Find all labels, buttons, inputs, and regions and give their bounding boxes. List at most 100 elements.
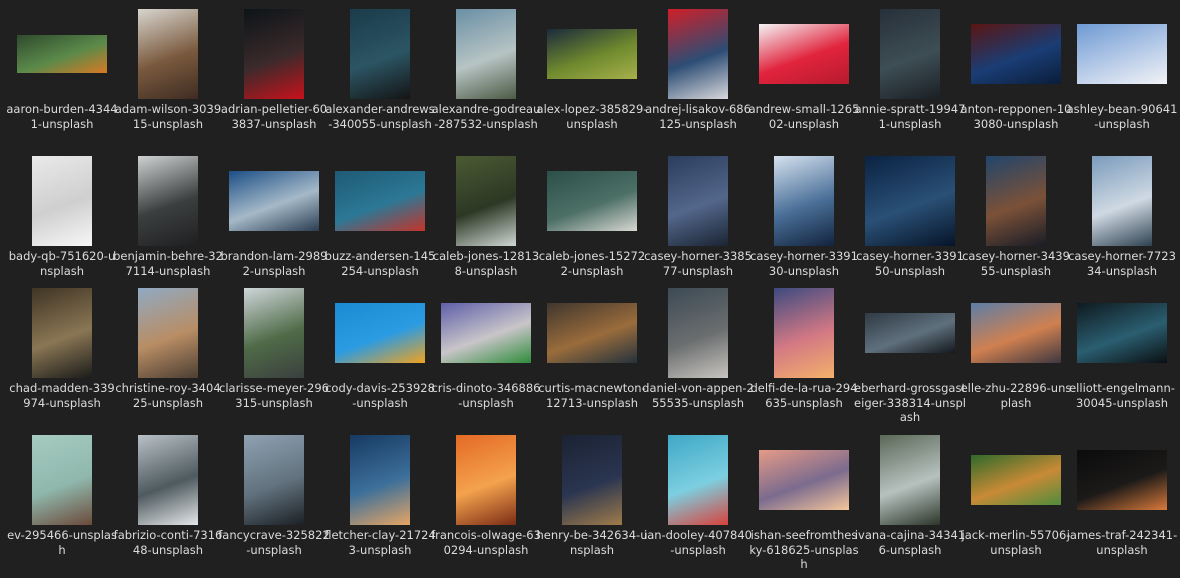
image-thumbnail[interactable] [456,9,516,99]
image-thumbnail[interactable] [441,303,531,363]
thumbnail-frame [328,6,432,102]
thumbnail-frame [116,153,220,249]
file-tile[interactable]: caleb-jones-152722-unsplash [539,153,645,293]
file-tile[interactable]: alex-lopez-385829-unsplash [537,6,647,146]
file-tile[interactable]: alexander-andrews-340055-unsplash [325,6,435,146]
file-tile[interactable]: cris-dinoto-346886-unsplash [431,285,541,425]
file-tile[interactable]: anton-repponen-103080-unsplash [961,6,1071,146]
file-tile[interactable]: francois-olwage-630294-unsplash [431,432,541,572]
image-thumbnail[interactable] [880,9,940,99]
file-tile[interactable]: eberhard-grossgasteiger-338314-unsplash [854,285,966,425]
image-thumbnail[interactable] [971,24,1061,84]
file-tile[interactable]: casey-horner-343955-unsplash [962,153,1070,293]
file-name-label: ishan-seefromthesky-618625-unsplash [749,528,859,571]
image-thumbnail[interactable] [759,450,849,510]
image-thumbnail[interactable] [1077,450,1167,510]
image-thumbnail[interactable] [562,435,622,525]
file-tile[interactable]: elle-zhu-22896-unsplash [961,285,1071,425]
file-tile[interactable]: brandon-lam-29892-unsplash [221,153,328,293]
image-thumbnail[interactable] [244,435,304,525]
image-thumbnail[interactable] [774,288,834,378]
file-tile[interactable]: clarisse-meyer-296315-unsplash [219,285,329,425]
image-thumbnail[interactable] [971,455,1061,505]
image-thumbnail[interactable] [1092,156,1152,246]
file-name-label: clarisse-meyer-296315-unsplash [219,381,329,410]
image-thumbnail[interactable] [971,303,1061,363]
file-tile[interactable]: daniel-von-appen-255535-unsplash [642,285,754,425]
thumbnail-frame [434,432,538,528]
file-tile[interactable]: adam-wilson-303915-unsplash [115,6,221,146]
image-thumbnail[interactable] [865,156,955,246]
image-thumbnail[interactable] [1077,303,1167,363]
image-thumbnail[interactable] [32,288,92,378]
file-tile[interactable]: ian-dooley-407840-unsplash [644,432,752,572]
file-tile[interactable]: jack-merlin-55706-unsplash [962,432,1070,572]
image-thumbnail[interactable] [668,435,728,525]
image-thumbnail[interactable] [138,156,198,246]
image-thumbnail[interactable] [335,171,425,231]
image-thumbnail[interactable] [668,288,728,378]
image-thumbnail[interactable] [350,9,410,99]
image-thumbnail[interactable] [17,35,107,73]
file-tile[interactable]: benjamin-behre-327114-unsplash [113,153,223,293]
file-tile[interactable]: casey-horner-339150-unsplash [856,153,964,293]
file-tile[interactable]: chad-madden-339974-unsplash [9,285,115,425]
image-thumbnail[interactable] [774,156,834,246]
file-tile[interactable]: casey-horner-772334-unsplash [1068,153,1176,293]
file-name-label: delfi-de-la-rua-294635-unsplash [750,381,858,410]
file-tile[interactable]: casey-horner-339130-unsplash [750,153,858,293]
image-thumbnail[interactable] [350,435,410,525]
thumbnail-frame [858,6,962,102]
file-tile[interactable]: cody-davis-253928-unsplash [325,285,435,425]
file-tile[interactable]: andrew-small-126502-unsplash [749,6,859,146]
file-tile[interactable]: elliott-engelmann-30045-unsplash [1069,285,1175,425]
thumbnail-frame [116,285,220,381]
image-thumbnail[interactable] [32,435,92,525]
file-tile[interactable]: ishan-seefromthesky-618625-unsplash [749,432,859,572]
file-tile[interactable]: fabrizio-conti-731648-unsplash [114,432,222,572]
file-tile[interactable]: andrej-lisakov-686125-unsplash [645,6,751,146]
file-tile[interactable]: james-traf-242341-unsplash [1067,432,1177,572]
image-thumbnail[interactable] [668,9,728,99]
file-tile[interactable]: curtis-macnewton-12713-unsplash [538,285,646,425]
image-thumbnail[interactable] [32,156,92,246]
image-thumbnail[interactable] [865,313,955,353]
file-name-label: ashley-bean-90641-unsplash [1066,102,1178,131]
file-name-label: casey-horner-772334-unsplash [1068,249,1176,278]
image-thumbnail[interactable] [880,435,940,525]
image-thumbnail[interactable] [759,24,849,84]
file-tile[interactable]: christine-roy-340425-unsplash [115,285,221,425]
file-tile[interactable]: buzz-andersen-145254-unsplash [325,153,435,293]
image-thumbnail[interactable] [244,288,304,378]
file-tile[interactable]: delfi-de-la-rua-294635-unsplash [750,285,858,425]
image-thumbnail[interactable] [138,9,198,99]
file-tile[interactable]: annie-spratt-199471-unsplash [855,6,965,146]
image-thumbnail[interactable] [668,156,728,246]
image-thumbnail[interactable] [138,288,198,378]
image-thumbnail[interactable] [547,171,637,231]
image-thumbnail[interactable] [244,9,304,99]
file-tile[interactable]: casey-horner-338577-unsplash [644,153,752,293]
file-tile[interactable]: bady-qb-751620-unsplash [9,153,115,293]
image-thumbnail[interactable] [335,303,425,363]
file-tile[interactable]: adrian-pelletier-603837-unsplash [221,6,327,146]
image-thumbnail[interactable] [547,303,637,363]
file-tile[interactable]: ashley-bean-90641-unsplash [1067,6,1177,146]
image-thumbnail[interactable] [229,171,319,231]
image-thumbnail[interactable] [138,435,198,525]
image-thumbnail[interactable] [456,435,516,525]
file-tile[interactable]: fletcher-clay-217243-unsplash [324,432,436,572]
file-tile[interactable]: henry-be-342634-unsplash [537,432,648,572]
image-thumbnail[interactable] [986,156,1046,246]
file-tile[interactable]: caleb-jones-128138-unsplash [433,153,539,293]
thumbnail-frame [964,432,1068,528]
image-thumbnail[interactable] [547,29,637,79]
image-thumbnail[interactable] [1077,24,1167,84]
image-thumbnail[interactable] [456,156,516,246]
file-tile[interactable]: alexandre-godreau-287532-unsplash [432,6,540,146]
file-tile[interactable]: ivana-cajina-343416-unsplash [855,432,965,572]
file-tile[interactable]: ev-295466-unsplash [7,432,117,572]
file-name-label: anton-repponen-103080-unsplash [960,102,1072,131]
file-tile[interactable]: aaron-burden-43441-unsplash [6,6,118,146]
file-tile[interactable]: fancycrave-325822-unsplash [218,432,330,572]
